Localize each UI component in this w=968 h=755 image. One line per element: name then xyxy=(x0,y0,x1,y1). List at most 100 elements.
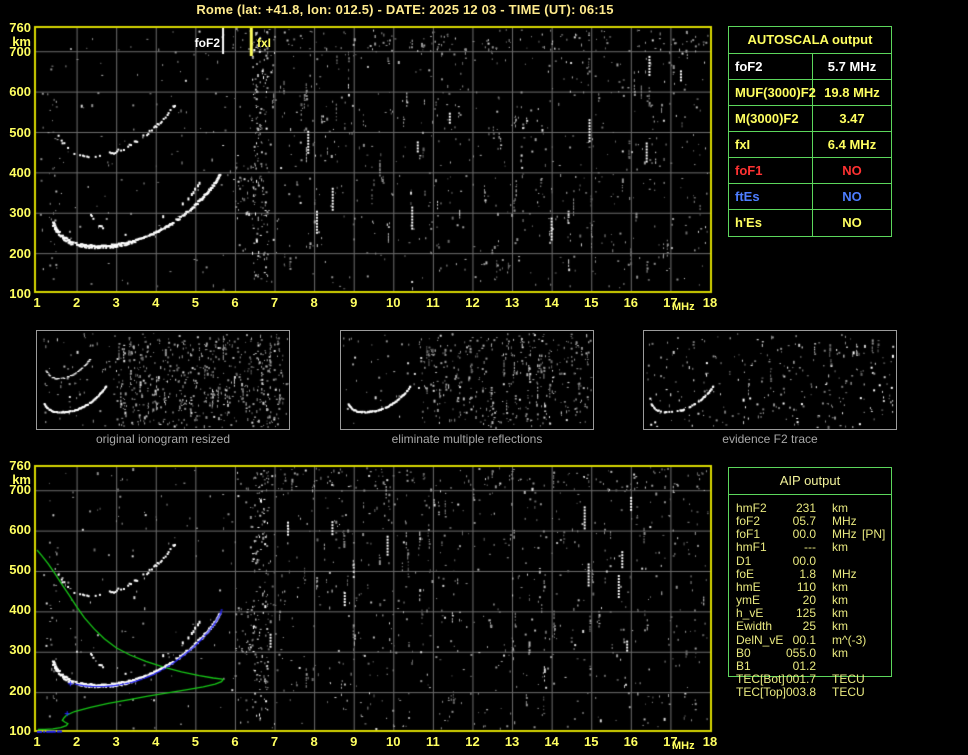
bottom-y-tick: 600 xyxy=(9,522,31,537)
aip-param: D1 xyxy=(736,553,752,568)
autoscala-row-fof2: foF2 5.7 MHz xyxy=(729,54,891,80)
parameter-value: 5.7 MHz xyxy=(827,59,877,74)
bottom-ionogram-plot xyxy=(33,464,713,736)
parameter-value: 19.8 MHz xyxy=(824,85,880,100)
aip-param: foF1 xyxy=(736,527,761,542)
aip-row-yme: ymE 20 km xyxy=(728,594,963,607)
bottom-x-tick: 3 xyxy=(112,734,120,749)
bottom-y-tick: 400 xyxy=(9,602,31,617)
top-y-tick: 300 xyxy=(9,205,31,220)
aip-val: 231 xyxy=(795,501,816,515)
aip-row-hmf1: hmF1 --- km xyxy=(728,541,963,554)
panel-evidence-f2 xyxy=(643,330,897,430)
aip-val: 003.8 xyxy=(785,685,816,700)
autoscala-row-fxi: fxI 6.4 MHz xyxy=(729,132,891,158)
aip-param: Ewidth xyxy=(736,619,773,634)
aip-row-b1: B1 01.2 xyxy=(728,658,963,673)
top-x-tick: 8 xyxy=(310,295,318,310)
aip-val: 25 xyxy=(802,619,816,634)
top-x-tick: 13 xyxy=(504,295,520,310)
evidence-f2-canvas xyxy=(644,331,896,429)
top-x-tick: 15 xyxy=(583,295,599,310)
caption-evidence-f2: evidence F2 trace xyxy=(722,432,818,446)
parameter-name: MUF(3000)F2 xyxy=(729,80,816,105)
top-y-tick: 200 xyxy=(9,246,31,261)
aip-unit: km xyxy=(832,540,848,555)
aip-val: --- xyxy=(804,540,816,555)
eliminate-reflections-canvas xyxy=(341,331,593,429)
aip-param: hmE xyxy=(736,579,761,594)
aip-row-hve: h_vE 125 km xyxy=(728,607,963,620)
top-x-tick: 1 xyxy=(33,295,41,310)
aip-row-tecbot: TEC[Bot] 001.7 TECU xyxy=(728,671,963,686)
autoscala-window: Rome (lat: +41.8, lon: 012.5) - DATE: 20… xyxy=(0,0,968,755)
aip-row-hmf2: hmF2 231 km xyxy=(728,502,963,515)
aip-unit: TECU xyxy=(832,685,865,700)
bottom-x-tick: 2 xyxy=(72,734,81,749)
autoscala-table-header: AUTOSCALA output xyxy=(729,27,891,54)
aip-val: 1.8 xyxy=(799,566,816,581)
parameter-name: M(3000)F2 xyxy=(729,106,813,131)
top-x-tick: 10 xyxy=(386,295,401,310)
aip-param: B0 xyxy=(736,645,751,660)
aip-output-rows: hmF2 231 km foF2 05.7 MHz foF1 00.0 MHz [PN] hmF1 -… xyxy=(728,502,963,702)
bottom-y-tick: 700 xyxy=(9,482,31,497)
parameter-name: h'Es xyxy=(729,210,813,236)
aip-unit: km xyxy=(832,579,848,594)
top-x-tick: 12 xyxy=(465,295,480,310)
top-x-tick: 2 xyxy=(72,295,81,310)
bottom-x-tick: 16 xyxy=(623,734,639,749)
top-x-tick: 18 xyxy=(702,295,718,310)
bottom-x-tick: 4 xyxy=(152,734,160,749)
bottom-x-tick: 7 xyxy=(270,734,279,749)
autoscala-row-muf3000f2: MUF(3000)F2 19.8 MHz xyxy=(729,80,891,106)
aip-row-hme: hmE 110 km xyxy=(728,579,963,594)
bottom-x-tick: 14 xyxy=(544,734,559,749)
aip-row-delnve: DelN_vE 00.1 m^(-3) xyxy=(728,632,963,647)
aip-unit: km xyxy=(832,593,848,608)
aip-unit: MHz xyxy=(832,514,857,529)
aip-row-tectop: TEC[Top] 003.8 TECU xyxy=(728,686,963,699)
aip-param: h_vE xyxy=(736,606,764,621)
parameter-value: NO xyxy=(842,163,862,178)
panel-original-ionogram xyxy=(36,330,290,430)
top-x-tick: 7 xyxy=(270,295,279,310)
top-x-tick: 6 xyxy=(231,295,239,310)
aip-val: 125 xyxy=(795,606,816,621)
aip-val: 00.0 xyxy=(792,527,816,542)
bottom-y-tick: 200 xyxy=(9,683,31,698)
aip-val: 01.2 xyxy=(792,658,816,673)
aip-row-fof2: foF2 05.7 MHz xyxy=(728,515,963,528)
parameter-name: foF1 xyxy=(729,158,813,183)
parameter-name: fxI xyxy=(729,132,813,157)
aip-row-d1: D1 00.0 xyxy=(728,553,963,568)
bottom-x-tick: 8 xyxy=(310,734,318,749)
original-ionogram-canvas xyxy=(37,331,289,429)
parameter-value: 6.4 MHz xyxy=(827,137,877,152)
top-y-tick: 600 xyxy=(9,84,31,99)
bottom-y-tick: 760 xyxy=(9,458,31,473)
bottom-x-tick: 5 xyxy=(191,734,199,749)
bottom-x-tick: 10 xyxy=(386,734,401,749)
aip-val: 20 xyxy=(802,593,816,608)
aip-unit: TECU xyxy=(832,671,865,686)
top-x-tick: 4 xyxy=(152,295,160,310)
aip-val: 05.7 xyxy=(792,514,816,529)
aip-val: 110 xyxy=(796,579,816,594)
parameter-value: 3.47 xyxy=(839,111,865,126)
bottom-x-tick: 18 xyxy=(702,734,718,749)
top-x-tick: 11 xyxy=(426,295,440,310)
bottom-x-tick: 11 xyxy=(426,734,440,749)
aip-header: AIP output xyxy=(729,468,891,495)
parameter-name: foF2 xyxy=(729,54,813,79)
aip-param: foF2 xyxy=(736,514,761,529)
aip-unit: m^(-3) xyxy=(832,632,867,647)
bottom-x-tick: 9 xyxy=(350,734,358,749)
top-y-tick: 760 xyxy=(9,20,31,35)
bottom-x-tick: 12 xyxy=(465,734,480,749)
bottom-y-tick: 300 xyxy=(9,642,31,657)
aip-unit: km xyxy=(832,606,848,621)
aip-val: 055.0 xyxy=(785,645,816,660)
aip-row-b0: B0 055.0 km xyxy=(728,645,963,660)
fof2-marker-label: foF2 xyxy=(194,36,220,50)
